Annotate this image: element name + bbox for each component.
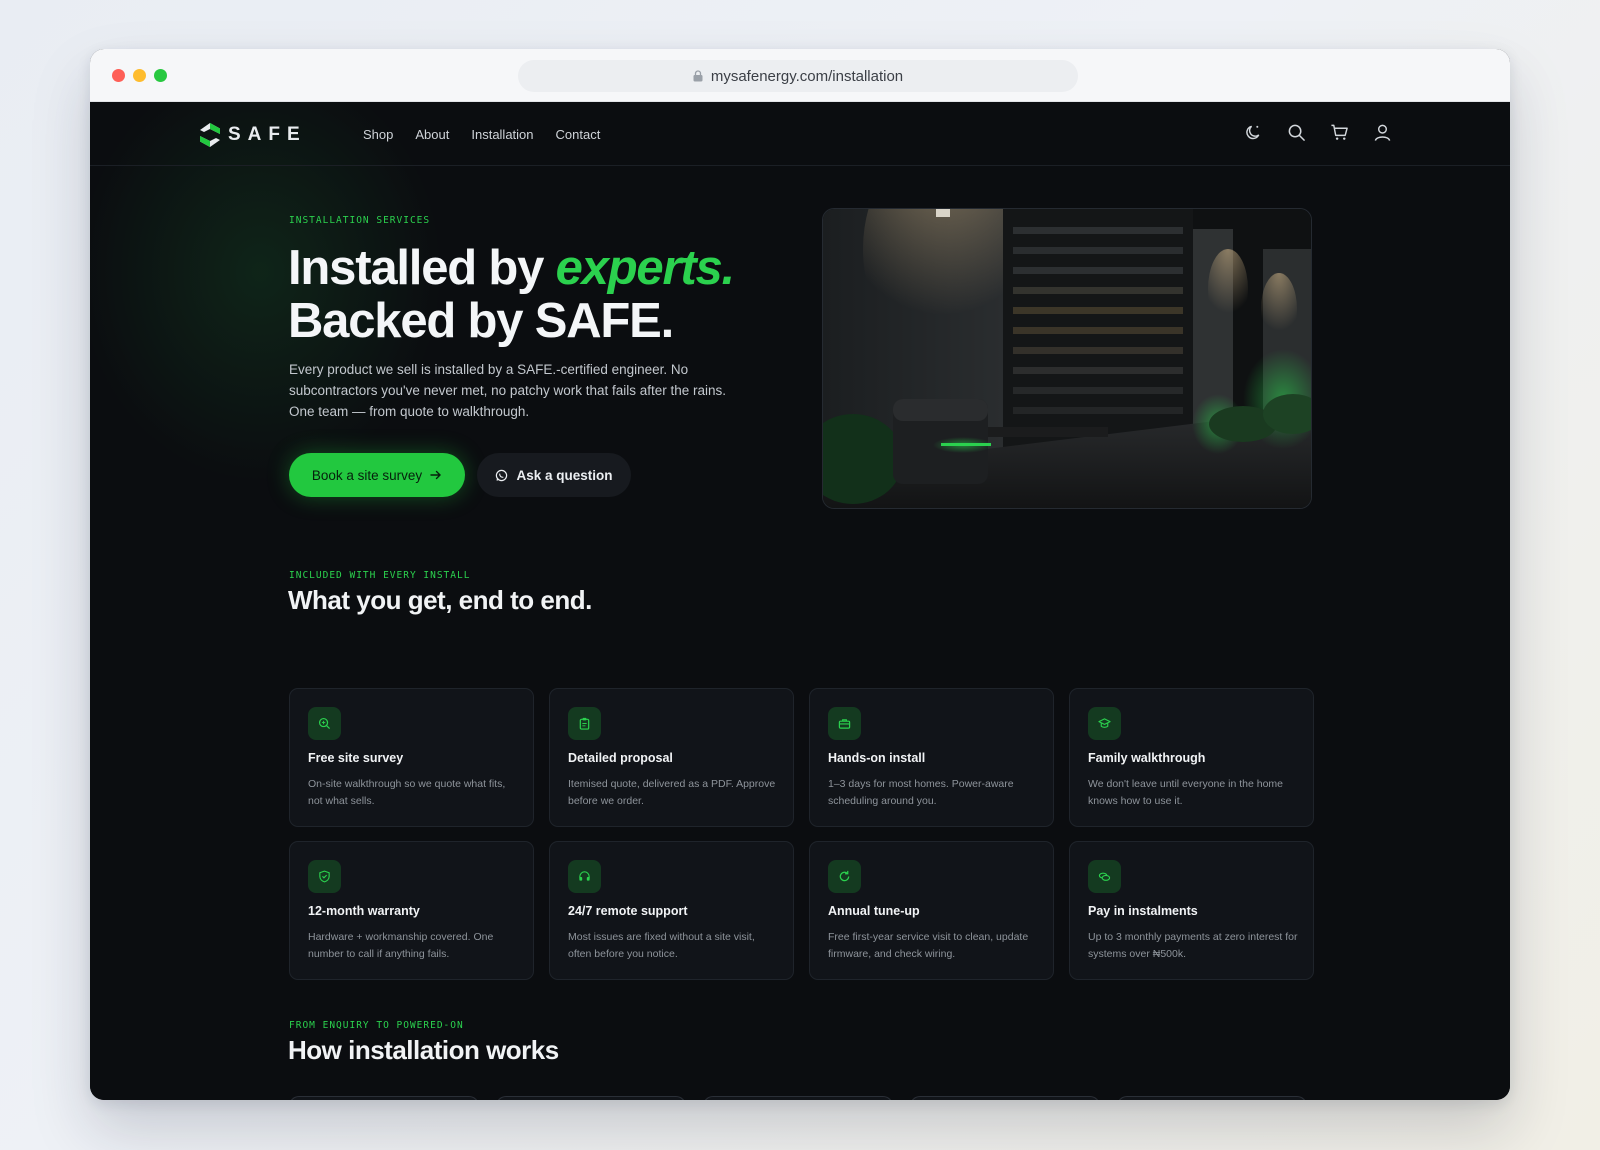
feature-card: 24/7 remote support Most issues are fixe…	[549, 841, 794, 980]
lock-icon	[693, 70, 703, 82]
feature-card-title: Annual tune-up	[828, 904, 920, 918]
account-icon[interactable]	[1373, 123, 1392, 142]
process-step-card	[496, 1096, 686, 1100]
hero-title-line2: Backed by SAFE.	[288, 294, 674, 348]
feature-card-description: On-site walkthrough so we quote what fit…	[308, 778, 506, 807]
refresh-icon	[828, 860, 861, 893]
hero-image-gate-motor	[822, 208, 1312, 509]
url-text: mysafenergy.com/installation	[710, 67, 904, 85]
process-step-card	[289, 1096, 479, 1100]
process-eyebrow: FROM ENQUIRY TO POWERED-ON	[289, 1020, 464, 1031]
headset-icon	[568, 860, 601, 893]
arrow-right-icon	[430, 470, 442, 480]
feature-card: Detailed proposal Itemised quote, delive…	[549, 688, 794, 827]
page: SAFE Shop About Installation Contact INS…	[90, 102, 1510, 1100]
ask-question-button[interactable]: Ask a question	[477, 453, 631, 497]
feature-card-title: Pay in instalments	[1088, 904, 1198, 918]
nav-icons	[1244, 123, 1392, 142]
feature-card-description: Itemised quote, delivered as a PDF. Appr…	[568, 778, 776, 807]
included-title: What you get, end to end.	[288, 585, 592, 615]
feature-card-description: We don't leave until everyone in the hom…	[1088, 778, 1284, 807]
nav-links: Shop About Installation Contact	[363, 102, 600, 166]
maximize-window-button[interactable]	[154, 69, 167, 82]
feature-card: 12-month warranty Hardware + workmanship…	[289, 841, 534, 980]
browser-window: mysafenergy.com/installation SAFE Shop A…	[90, 49, 1510, 1100]
process-title: How installation works	[288, 1035, 559, 1065]
feature-card-title: 12-month warranty	[308, 904, 420, 918]
feature-card-title: Free site survey	[308, 751, 404, 765]
feature-card-title: Detailed proposal	[568, 751, 673, 765]
book-site-survey-button[interactable]: Book a site survey	[289, 453, 465, 497]
minimize-window-button[interactable]	[133, 69, 146, 82]
close-window-button[interactable]	[112, 69, 125, 82]
nav-link-contact[interactable]: Contact	[556, 127, 601, 142]
feature-card: Annual tune-up Free first-year service v…	[809, 841, 1054, 980]
included-eyebrow: INCLUDED WITH EVERY INSTALL	[289, 570, 471, 581]
feature-card: Family walkthrough We don't leave until …	[1069, 688, 1314, 827]
shield-icon	[308, 860, 341, 893]
logo-wordmark: SAFE	[228, 124, 307, 145]
clipboard-icon	[568, 707, 601, 740]
hero-title-accent: experts.	[555, 241, 736, 295]
hero-description: Every product we sell is installed by a …	[289, 362, 727, 419]
feature-card-description: 1–3 days for most homes. Power-aware sch…	[828, 778, 1014, 807]
logo[interactable]: SAFE	[198, 122, 307, 148]
feature-card: Free site survey On-site walkthrough so …	[289, 688, 534, 827]
hero-eyebrow: INSTALLATION SERVICES	[289, 215, 431, 226]
process-step-card	[1117, 1096, 1307, 1100]
whatsapp-icon	[496, 469, 508, 481]
magnify-icon	[308, 707, 341, 740]
top-nav: SAFE Shop About Installation Contact	[90, 102, 1510, 166]
ask-question-label: Ask a question	[516, 467, 613, 483]
nav-link-installation[interactable]: Installation	[471, 127, 533, 142]
coins-icon	[1088, 860, 1121, 893]
search-icon[interactable]	[1287, 123, 1306, 142]
process-step-card	[703, 1096, 893, 1100]
feature-card-title: 24/7 remote support	[568, 904, 688, 918]
nav-link-shop[interactable]: Shop	[363, 127, 393, 142]
toolbox-icon	[828, 707, 861, 740]
cart-icon[interactable]	[1330, 123, 1349, 142]
feature-card-description: Free first-year service visit to clean, …	[828, 931, 1029, 960]
logo-mark-icon	[200, 123, 220, 147]
hero-title: Installed by experts. Backed by SAFE.	[288, 242, 808, 348]
process-step-card	[910, 1096, 1100, 1100]
hero-title-lead: Installed by	[288, 241, 556, 295]
feature-card: Pay in instalments Up to 3 monthly payme…	[1069, 841, 1314, 980]
nav-link-about[interactable]: About	[415, 127, 449, 142]
feature-card-description: Up to 3 monthly payments at zero interes…	[1088, 931, 1298, 960]
feature-card-description: Most issues are fixed without a site vis…	[568, 931, 755, 960]
feature-card: Hands-on install 1–3 days for most homes…	[809, 688, 1054, 827]
feature-card-description: Hardware + workmanship covered. One numb…	[308, 931, 494, 960]
address-bar[interactable]: mysafenergy.com/installation	[518, 60, 1078, 92]
browser-titlebar: mysafenergy.com/installation	[90, 49, 1510, 102]
theme-toggle-icon[interactable]	[1244, 123, 1263, 142]
graduation-cap-icon	[1088, 707, 1121, 740]
book-site-survey-label: Book a site survey	[311, 467, 423, 483]
feature-card-title: Hands-on install	[828, 751, 926, 765]
feature-card-title: Family walkthrough	[1088, 751, 1206, 765]
